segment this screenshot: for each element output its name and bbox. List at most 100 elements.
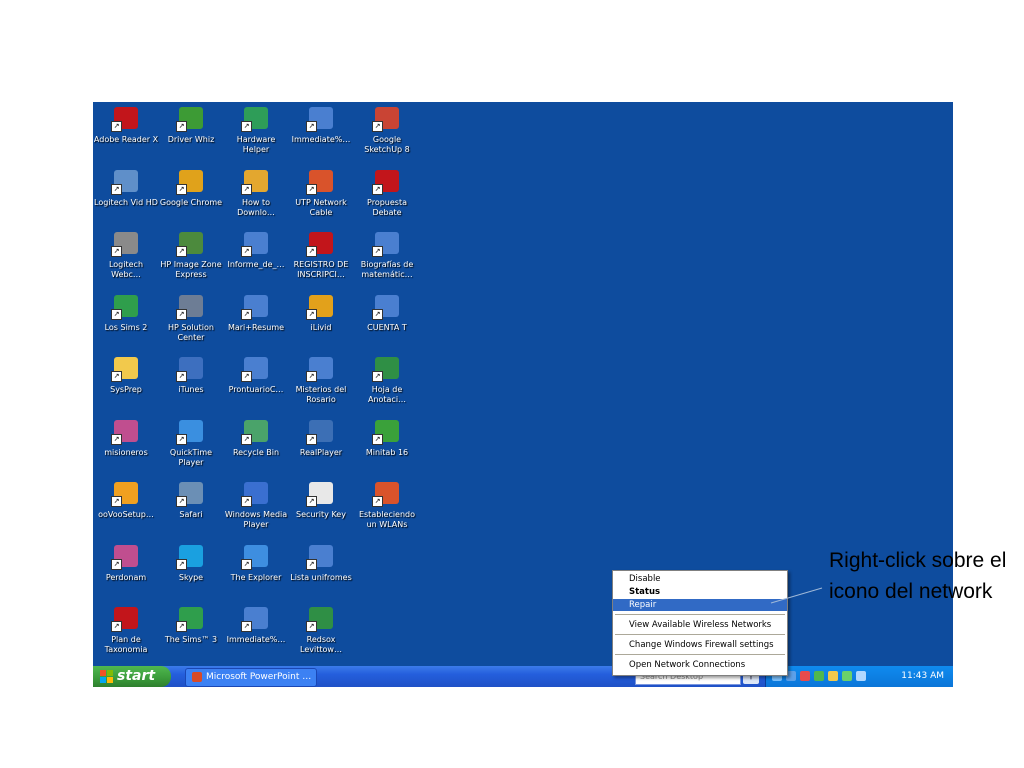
network-context-menu: Disable Status Repair View Available Wir… xyxy=(612,570,788,676)
security-icon[interactable] xyxy=(800,671,810,681)
shortcut-arrow-icon: ↗ xyxy=(241,246,252,257)
recycle-bin-icon: ↗ xyxy=(241,419,271,445)
shortcut-arrow-icon: ↗ xyxy=(306,121,317,132)
shortcut-arrow-icon: ↗ xyxy=(176,621,187,632)
desktop-icon-label: Windows Media Player xyxy=(224,510,288,529)
desktop-icon-label: Mari+Resume xyxy=(227,322,285,332)
desktop-icon[interactable]: ↗ Hardware Helper xyxy=(223,104,289,166)
update-icon[interactable] xyxy=(842,671,852,681)
desktop-screen: ↗ Adobe Reader X ↗ Driver Whiz ↗ Hardware Hel… xyxy=(93,102,953,687)
desktop-icon[interactable]: ↗ Redsox Levittow… xyxy=(288,604,354,666)
driver-whiz-icon: ↗ xyxy=(176,106,206,132)
start-label: start xyxy=(117,668,156,684)
shortcut-arrow-icon: ↗ xyxy=(176,558,187,570)
desktop-icon[interactable]: ↗ Plan de Taxonomia xyxy=(93,604,159,666)
desktop-icon-label: CUENTA T xyxy=(367,322,407,332)
desktop-icon[interactable]: ↗ How to Downlo… xyxy=(223,167,289,229)
desktop-icon[interactable]: ↗ misioneros xyxy=(93,417,159,479)
desktop-icon[interactable]: ↗ Mari+Resume xyxy=(223,292,289,354)
desktop-icon[interactable]: ↗ Security Key xyxy=(288,479,354,541)
desktop-icon[interactable]: ↗ Minitab 16 xyxy=(354,417,420,479)
desktop-icon[interactable]: ↗ Informe_de_… xyxy=(223,229,289,291)
desktop-icon[interactable]: ↗ ProntuarioC… xyxy=(223,354,289,416)
desktop-icon[interactable]: ↗ UTP Network Cable xyxy=(288,167,354,229)
diamond-app-icon: ↗ xyxy=(111,544,141,570)
desktop-icon[interactable]: ↗ Perdonam xyxy=(93,542,159,604)
desktop-icon[interactable]: ↗ Adobe Reader X xyxy=(93,104,159,166)
desktop-icon[interactable]: ↗ CUENTA T xyxy=(354,292,420,354)
desktop-icon[interactable]: ↗ HP Solution Center xyxy=(158,292,224,354)
desktop-icon[interactable]: ↗ Immediate%… xyxy=(288,104,354,166)
desktop-icon-label: REGISTRO DE INSCRIPCI… xyxy=(293,260,349,279)
desktop-icon-label: iTunes xyxy=(178,385,204,394)
desktop-icon[interactable]: ↗ Lista unifromes xyxy=(288,542,354,604)
desktop-icon[interactable]: ↗ Google SketchUp 8 xyxy=(354,104,420,166)
desktop-icon[interactable]: ↗ QuickTime Player xyxy=(158,417,224,479)
safari-icon: ↗ xyxy=(176,481,206,507)
menu-item-repair[interactable]: Repair xyxy=(613,599,787,611)
desktop-icon[interactable]: ↗ Google Chrome xyxy=(158,167,224,229)
menu-item-view-wireless-networks[interactable]: View Available Wireless Networks xyxy=(613,619,787,631)
desktop-icon[interactable]: ↗ Propuesta Debate xyxy=(354,167,420,229)
desktop-icon[interactable]: ↗ ooVooSetup… xyxy=(93,479,159,541)
shortcut-arrow-icon: ↗ xyxy=(111,433,122,445)
text-document-icon: ↗ xyxy=(306,481,336,507)
desktop-icon[interactable]: ↗ Logitech Vid HD xyxy=(93,167,159,229)
desktop-icon-label: Logitech Vid HD xyxy=(94,197,158,207)
pdf-document-icon: ↗ xyxy=(372,169,402,195)
diamond-app-icon: ↗ xyxy=(111,419,141,445)
menu-item-disable[interactable]: Disable xyxy=(613,573,787,585)
desktop-icon[interactable]: ↗ The Explorer xyxy=(223,542,289,604)
shortcut-arrow-icon: ↗ xyxy=(111,371,122,382)
desktop-icon[interactable]: ↗ HP Image Zone Express xyxy=(158,229,224,291)
desktop-icon[interactable]: ↗ Misterios del Rosario xyxy=(288,354,354,416)
desktop-icon[interactable]: ↗ iLivid xyxy=(288,292,354,354)
menu-item-firewall-settings[interactable]: Change Windows Firewall settings xyxy=(613,639,787,651)
shortcut-arrow-icon: ↗ xyxy=(372,308,383,320)
shortcut-arrow-icon: ↗ xyxy=(176,246,187,257)
desktop-icon[interactable]: ↗ Biografías de matemátic… xyxy=(354,229,420,291)
windows-flag-icon xyxy=(100,670,113,683)
desktop-icon[interactable]: ↗ REGISTRO DE INSCRIPCI… xyxy=(288,229,354,291)
adobe-pdf-icon: ↗ xyxy=(111,106,141,132)
shortcut-arrow-icon: ↗ xyxy=(241,621,252,632)
desktop-icon[interactable]: ↗ The Sims™ 3 xyxy=(158,604,224,666)
desktop-icon[interactable]: ↗ Skype xyxy=(158,542,224,604)
desktop-icon[interactable]: ↗ Immediate%… xyxy=(223,604,289,666)
desktop-icon[interactable]: ↗ Hoja de Anotaci… xyxy=(354,354,420,416)
desktop-icon[interactable]: ↗ Windows Media Player xyxy=(223,479,289,541)
desktop-icon[interactable]: ↗ iTunes xyxy=(158,354,224,416)
menu-item-open-network-connections[interactable]: Open Network Connections xyxy=(613,659,787,671)
desktop-icon[interactable]: ↗ Driver Whiz xyxy=(158,104,224,166)
realplayer-icon: ↗ xyxy=(306,419,336,445)
shortcut-arrow-icon: ↗ xyxy=(111,121,122,132)
desktop-icon[interactable]: ↗ Safari xyxy=(158,479,224,541)
desktop-icon[interactable]: ↗ Recycle Bin xyxy=(223,417,289,479)
folder-icon: ↗ xyxy=(111,356,141,382)
desktop-icon[interactable]: ↗ Estableciendo un WLANs xyxy=(354,479,420,541)
desktop-icon-label: Redsox Levittow… xyxy=(300,635,342,654)
desktop-icon[interactable]: ↗ Logitech Webc… xyxy=(93,229,159,291)
desktop-icon[interactable]: ↗ RealPlayer xyxy=(288,417,354,479)
shortcut-arrow-icon: ↗ xyxy=(111,621,122,632)
shortcut-arrow-icon: ↗ xyxy=(372,496,383,507)
taskbar-powerpoint-button[interactable]: Microsoft PowerPoint … xyxy=(185,668,317,687)
messenger-icon[interactable] xyxy=(814,671,824,681)
menu-item-status[interactable]: Status xyxy=(613,586,787,598)
taskbar-app-label: Microsoft PowerPoint … xyxy=(206,672,312,682)
desktop-icon-label: HP Solution Center xyxy=(168,322,214,342)
desktop-icon[interactable]: ↗ Los Sims 2 xyxy=(93,292,159,354)
desktop-icon-label: Google SketchUp 8 xyxy=(364,135,410,154)
desktop-icon-label: misioneros xyxy=(104,447,148,457)
shortcut-arrow-icon: ↗ xyxy=(111,308,122,320)
itunes-icon: ↗ xyxy=(176,356,206,382)
sketchup-icon: ↗ xyxy=(372,106,402,132)
hp-image-zone-icon: ↗ xyxy=(176,231,206,257)
desktop-icon[interactable]: ↗ SysPrep xyxy=(93,354,159,416)
shortcut-arrow-icon: ↗ xyxy=(306,496,317,507)
pdf-document-icon: ↗ xyxy=(111,606,141,632)
desktop-icon-label: Google Chrome xyxy=(159,197,223,207)
antivirus-icon[interactable] xyxy=(856,671,866,681)
search-tray-icon[interactable] xyxy=(828,671,838,681)
start-button[interactable]: start xyxy=(93,666,171,687)
